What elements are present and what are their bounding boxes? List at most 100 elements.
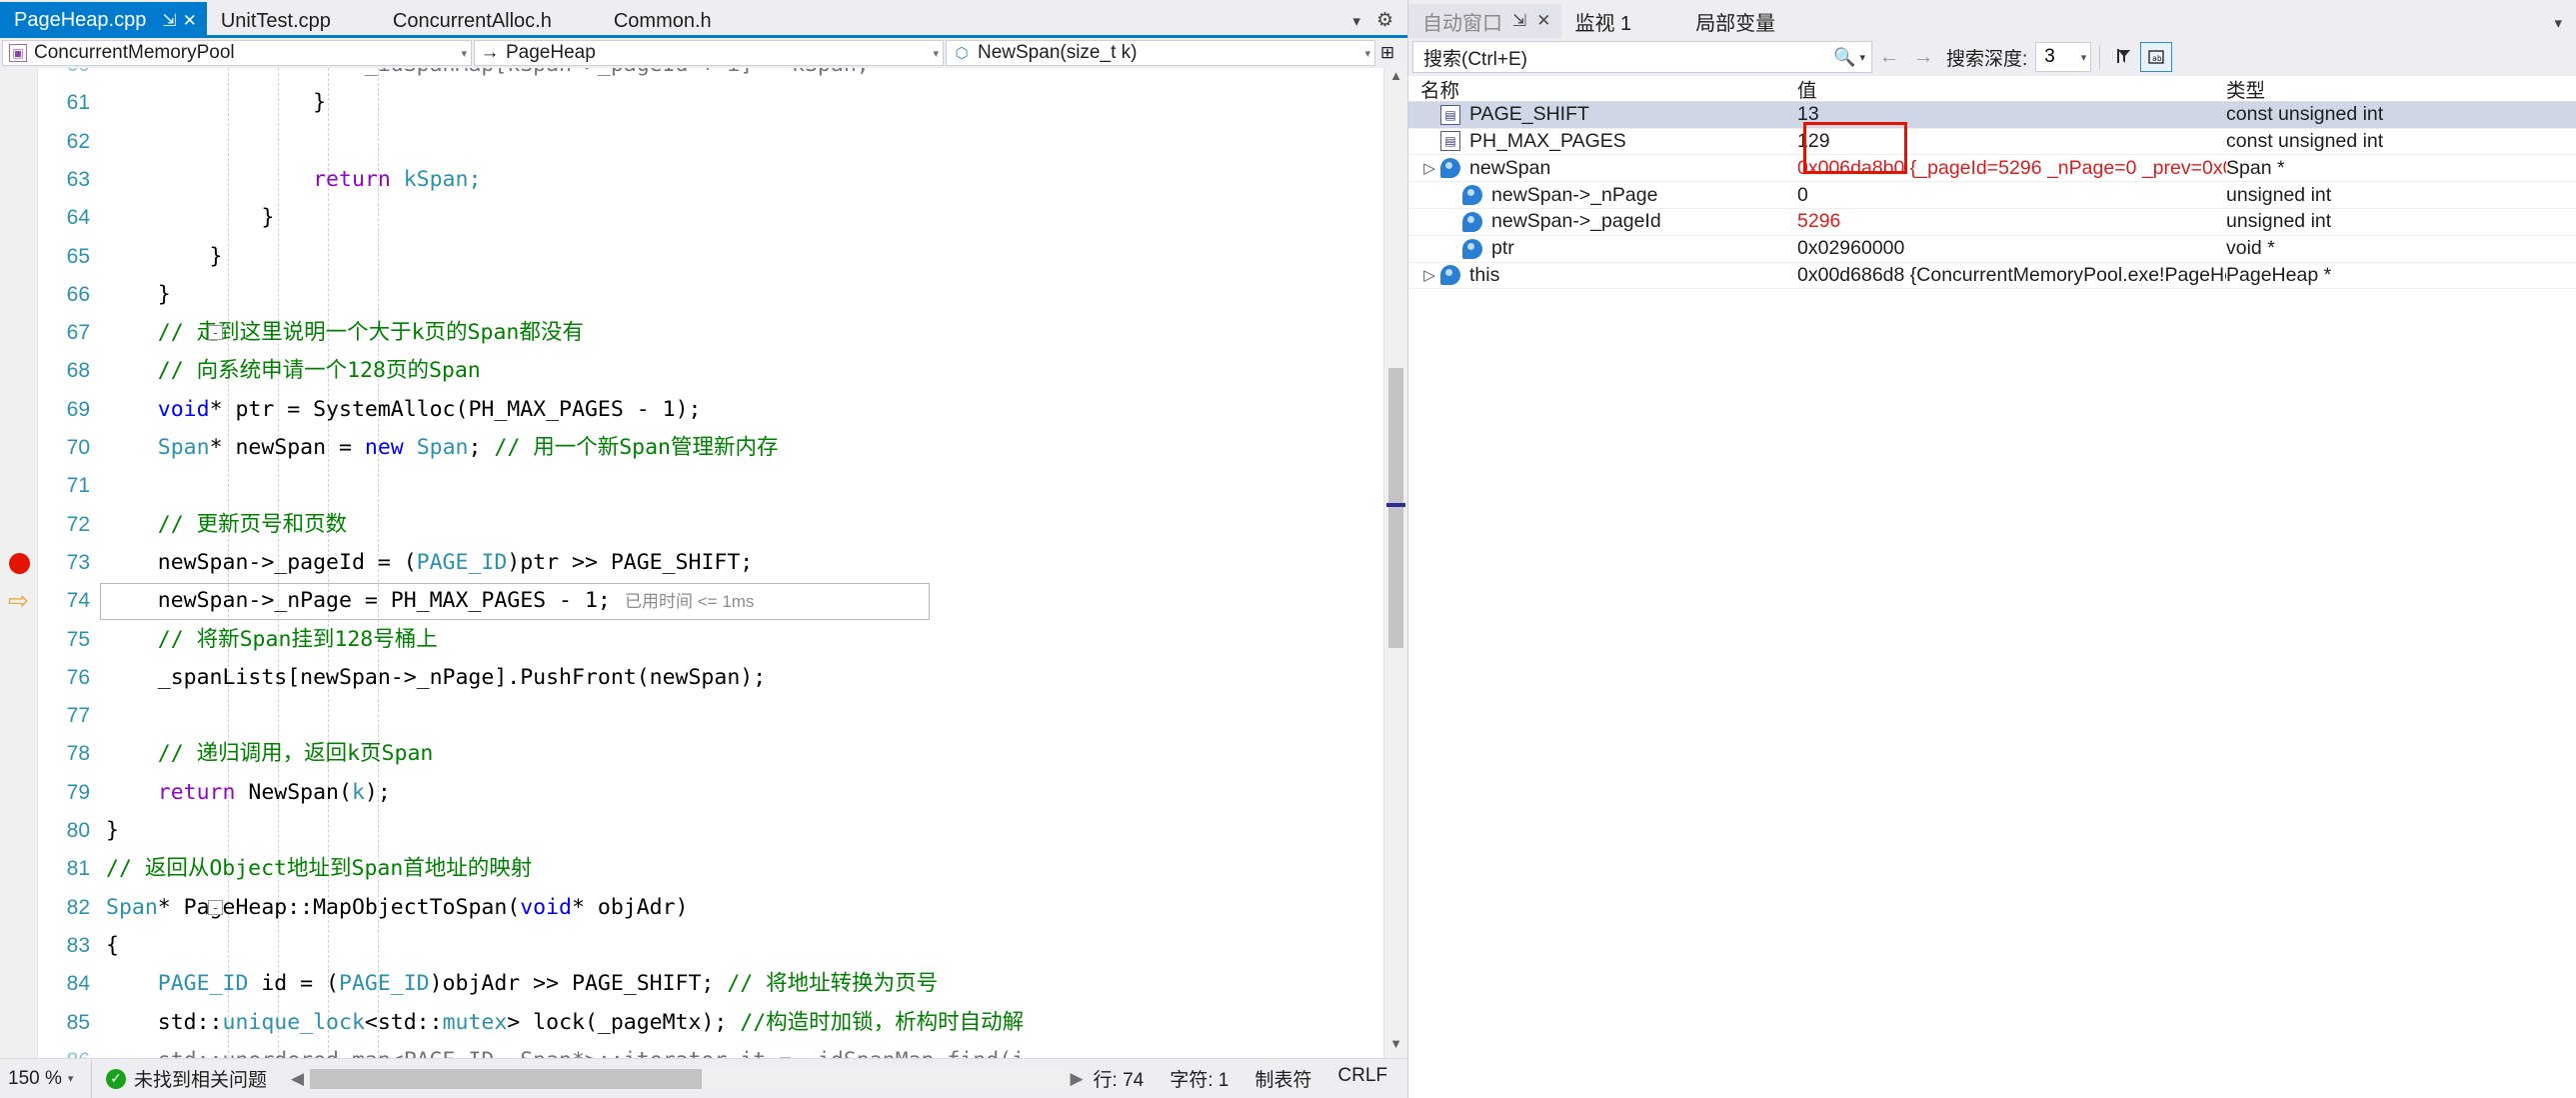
pin-icon[interactable]: ⇲: [1512, 11, 1526, 31]
code-line[interactable]: PAGE_ID id = (PAGE_ID)objAdr >> PAGE_SHI…: [100, 965, 938, 1003]
watch-row[interactable]: ▷this0x00d686d8 {ConcurrentMemoryPool.ex…: [1408, 263, 2576, 289]
code-line[interactable]: _spanLists[newSpan->_nPage].PushFront(ne…: [100, 659, 766, 697]
watch-row[interactable]: newSpan->_pageId5296unsigned int: [1408, 209, 2576, 235]
column-header-value[interactable]: 值: [1793, 76, 2226, 103]
expand-chevron-icon[interactable]: ▷: [1418, 159, 1440, 177]
editor-vertical-scrollbar[interactable]: ▲ ▼: [1383, 68, 1407, 1058]
code-line[interactable]: {: [100, 927, 119, 965]
code-line[interactable]: Span* PageHeap::MapObjectToSpan(void* ob…: [100, 889, 689, 927]
chevron-down-icon[interactable]: ▾: [2081, 51, 2087, 64]
scrollbar-track[interactable]: [310, 1069, 1064, 1089]
chevron-down-icon[interactable]: ▾: [68, 1072, 74, 1085]
code-line[interactable]: // 将新Span挂到128号桶上: [100, 621, 438, 659]
code-line[interactable]: // 走到这里说明一个大于k页的Span都没有: [100, 314, 584, 352]
watch-variable-value[interactable]: 0x02960000: [1793, 237, 2226, 260]
code-line[interactable]: // 向系统申请一个128页的Span: [100, 352, 481, 390]
tab-locals[interactable]: 局部变量: [1681, 4, 1785, 38]
code-line[interactable]: std::unordered_map<PAGE_ID, Span*>::iter…: [100, 1042, 1025, 1058]
code-line[interactable]: _idSpanMap[kSpan->_pageId + i] = kSpan;: [100, 68, 870, 84]
search-depth-selector[interactable]: 3 ▾: [2035, 42, 2091, 72]
hex-display-icon[interactable]: ab: [2140, 42, 2172, 72]
code-line[interactable]: void* ptr = SystemAlloc(PH_MAX_PAGES - 1…: [100, 391, 701, 429]
code-line[interactable]: [100, 123, 106, 161]
class-dropdown[interactable]: → PageHeap ▾: [474, 40, 944, 66]
scrollbar-thumb[interactable]: [310, 1069, 702, 1089]
code-line[interactable]: }: [100, 199, 274, 237]
scroll-left-icon[interactable]: ◀: [291, 1069, 304, 1089]
zoom-level-selector[interactable]: 150 % ▾: [0, 1060, 92, 1098]
search-icon[interactable]: 🔍: [1833, 47, 1855, 68]
tab-label: Common.h: [614, 10, 712, 33]
code-line[interactable]: std::unique_lock<std::mutex> lock(_pageM…: [100, 1004, 1024, 1042]
watch-row[interactable]: newSpan->_nPage0unsigned int: [1408, 182, 2576, 208]
code-text-area[interactable]: _idSpanMap[kSpan->_pageId + i] = kSpan; …: [100, 68, 1383, 1058]
code-line[interactable]: }: [100, 238, 223, 276]
collapse-toggle[interactable]: -: [208, 900, 223, 915]
code-token: }: [106, 818, 119, 843]
code-line[interactable]: return NewSpan(k);: [100, 774, 391, 812]
watch-tab-overflow-icon[interactable]: ▾: [2554, 14, 2576, 38]
code-line[interactable]: // 递归调用，返回k页Span: [100, 735, 433, 773]
filter-icon[interactable]: [2108, 42, 2140, 72]
tabs-indicator: 制表符: [1255, 1065, 1311, 1092]
project-dropdown[interactable]: ▣ ConcurrentMemoryPool ▾: [2, 40, 472, 66]
watch-row[interactable]: ptr0x02960000void *: [1408, 236, 2576, 262]
column-header-name[interactable]: 名称: [1408, 76, 1793, 103]
code-line[interactable]: // 更新页号和页数: [100, 506, 347, 544]
code-line[interactable]: }: [100, 84, 326, 122]
scrollbar-thumb[interactable]: [1388, 368, 1403, 648]
watch-variable-value[interactable]: 0: [1793, 184, 2226, 207]
chevron-down-icon[interactable]: ▾: [1352, 47, 1370, 60]
code-line[interactable]: newSpan->_nPage = PH_MAX_PAGES - 1; 已用时间…: [100, 582, 754, 620]
tab-autos-window[interactable]: 自动窗口 ⇲ ✕: [1408, 4, 1561, 38]
code-line[interactable]: }: [100, 812, 119, 850]
collapse-toggle[interactable]: -: [208, 325, 223, 340]
editor-horizontal-scrollbar[interactable]: ◀ ▶: [281, 1060, 1094, 1098]
watch-row[interactable]: ▷newSpan0x006da8b0 {_pageId=5296 _nPage=…: [1408, 155, 2576, 181]
member-dropdown[interactable]: ⬡ NewSpan(size_t k) ▾: [946, 40, 1375, 66]
breakpoint-marker[interactable]: [9, 553, 30, 574]
gear-icon[interactable]: ⚙: [1376, 9, 1393, 32]
tab-unittest-cpp[interactable]: UnitTest.cpp: [207, 4, 351, 38]
watch-variable-value[interactable]: 0x00d686d8 {ConcurrentMemoryPool.exe!Pag…: [1793, 264, 2226, 287]
split-view-icon[interactable]: ⊞: [1377, 40, 1397, 66]
watch-variable-name: newSpan->_nPage: [1491, 184, 1657, 207]
expand-chevron-icon[interactable]: ▷: [1418, 266, 1440, 284]
watch-variable-grid[interactable]: 名称 值 类型 ▤PAGE_SHIFT13const unsigned int▤…: [1408, 76, 2576, 1098]
search-next-button[interactable]: →: [1906, 41, 1940, 73]
tab-pageheap-cpp[interactable]: PageHeap.cpp ⇲ ✕: [0, 2, 207, 38]
scroll-down-icon[interactable]: ▼: [1384, 1036, 1407, 1058]
breakpoint-margin[interactable]: ⇨: [0, 68, 38, 1058]
chevron-down-icon[interactable]: ▾: [921, 47, 939, 60]
code-line[interactable]: [100, 697, 106, 735]
code-token: );: [676, 397, 702, 422]
watch-row[interactable]: ▤PAGE_SHIFT13const unsigned int: [1408, 102, 2576, 128]
code-line[interactable]: }: [100, 276, 171, 314]
watch-row[interactable]: ▤PH_MAX_PAGES129const unsigned int: [1408, 129, 2576, 155]
code-line[interactable]: Span* newSpan = new Span; // 用一个新Span管理新…: [100, 429, 779, 467]
search-prev-button[interactable]: ←: [1872, 41, 1906, 73]
search-input[interactable]: 搜索(Ctrl+E) 🔍 ▾: [1412, 41, 1872, 73]
problems-status[interactable]: ✓ 未找到相关问题: [92, 1065, 281, 1092]
close-icon[interactable]: ✕: [1536, 11, 1550, 31]
scroll-right-icon[interactable]: ▶: [1070, 1069, 1083, 1089]
tab-watch-1[interactable]: 监视 1: [1561, 4, 1642, 38]
line-number-gutter: 6061626364656667686970717273747576777879…: [38, 68, 100, 1058]
tab-concurrentalloc-h[interactable]: ConcurrentAlloc.h: [379, 4, 572, 38]
watch-variable-value[interactable]: 5296: [1793, 210, 2226, 233]
code-line[interactable]: newSpan->_pageId = (PAGE_ID)ptr >> PAGE_…: [100, 544, 753, 582]
chevron-down-icon[interactable]: ▾: [1859, 51, 1865, 64]
code-line[interactable]: // 返回从Object地址到Span首地址的映射: [100, 850, 532, 888]
tab-common-h[interactable]: Common.h: [600, 4, 732, 38]
column-header-type[interactable]: 类型: [2226, 76, 2576, 103]
close-icon[interactable]: ✕: [183, 12, 197, 29]
pin-icon[interactable]: ⇲: [162, 12, 176, 29]
code-editor[interactable]: ⇨ 60616263646566676869707172737475767778…: [0, 68, 1407, 1058]
code-token: kSpan;: [391, 167, 482, 192]
watch-variable-name: newSpan: [1469, 157, 1550, 180]
tab-overflow-dropdown-icon[interactable]: ▾: [1352, 12, 1360, 30]
code-line[interactable]: [100, 467, 106, 505]
scroll-up-icon[interactable]: ▲: [1384, 68, 1407, 90]
chevron-down-icon[interactable]: ▾: [449, 47, 467, 60]
code-line[interactable]: return kSpan;: [100, 161, 481, 199]
